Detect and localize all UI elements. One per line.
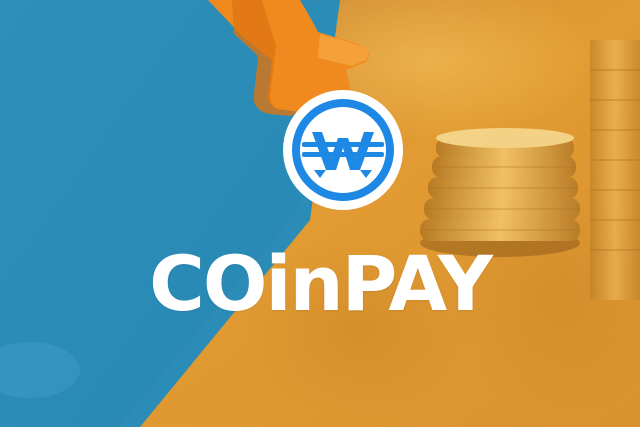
coinpay-banner: COinPAY: [0, 0, 640, 427]
brand-wordmark: COinPAY: [149, 239, 493, 328]
banner-background: [0, 0, 640, 427]
wcoin-logo-icon: [283, 90, 403, 210]
